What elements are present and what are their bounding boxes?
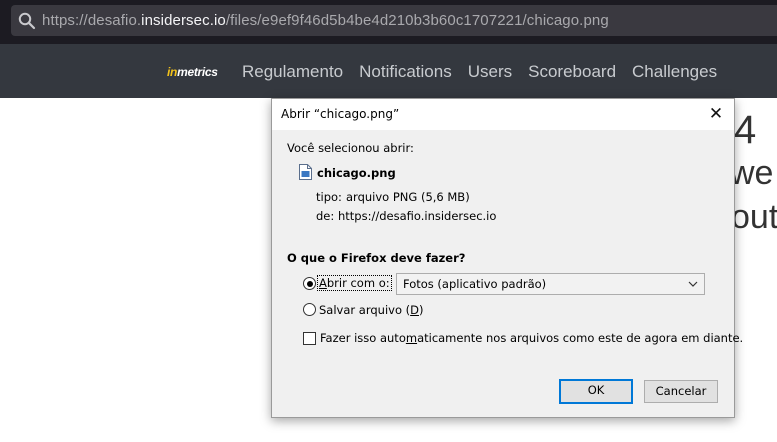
cancel-button[interactable]: Cancelar [644,380,718,403]
nav-menu: Regulamento Notifications Users Scoreboa… [242,62,733,84]
url-host: insidersec.io [141,12,226,29]
open-file-dialog: Abrir “chicago.png” ✕ Você selecionou ab… [271,98,743,418]
auto-label-pre: Fazer isso auto [320,331,406,345]
ok-button[interactable]: OK [559,379,633,404]
app-select-value: Fotos (aplicativo padrão) [403,277,547,291]
save-file-label-pre: Salvar arquivo ( [319,303,411,317]
open-with-label-accel: A [319,276,327,290]
nav-item-notifications[interactable]: Notifications [359,62,452,84]
dialog-title: Abrir “chicago.png” [281,107,400,121]
open-with-label[interactable]: Abrir com o: [317,275,392,291]
open-with-label-post: brir com o: [326,276,390,290]
nav-item-regulamento[interactable]: Regulamento [242,62,343,84]
search-icon [18,12,36,30]
selected-label: Você selecionou abrir: [287,141,414,155]
browser-toolbar: https://desafio.insidersec.io/files/e9ef… [0,0,777,44]
file-name: chicago.png [317,166,396,180]
nav-item-challenges[interactable]: Challenges [632,62,717,84]
action-question: O que o Firefox deve fazer? [287,251,466,265]
auto-action-checkbox[interactable] [303,332,316,345]
url-text[interactable]: https://desafio.insidersec.io/files/e9ef… [42,12,609,29]
inmetrics-logo[interactable]: inmetrics [167,65,218,79]
auto-action-label[interactable]: Fazer isso automaticamente nos arquivos … [320,331,743,345]
from-label: de: [316,209,335,223]
auto-label-accel: m [405,331,418,345]
url-path: /files/e9ef9f46d5b4be4d210b3b60c1707221/… [225,12,609,29]
save-file-radio[interactable] [303,303,316,316]
open-with-radio[interactable] [303,277,316,290]
address-bar[interactable]: https://desafio.insidersec.io/files/e9ef… [11,5,777,36]
background-text-3: out [731,198,777,236]
dialog-titlebar: Abrir “chicago.png” ✕ [272,99,734,130]
site-navbar: inmetrics Regulamento Notifications User… [0,44,777,98]
nav-item-users[interactable]: Users [468,62,512,84]
background-text-2: we [730,154,774,192]
url-prefix: https://desafio. [42,12,142,29]
png-file-icon [299,164,312,180]
app-select[interactable]: Fotos (aplicativo padrão) [396,273,705,295]
save-file-label-post: ) [418,303,424,317]
nav-item-scoreboard[interactable]: Scoreboard [528,62,616,84]
screen: https://desafio.insidersec.io/files/e9ef… [0,0,777,442]
save-file-label[interactable]: Salvar arquivo (D) [319,303,423,317]
save-file-label-accel: D [410,303,419,317]
close-icon[interactable]: ✕ [706,104,726,124]
type-label: tipo: [316,190,342,204]
logo-rest: metrics [177,65,218,79]
from-value: https://desafio.insidersec.io [338,209,497,223]
type-value: arquivo PNG (5,6 MB) [346,190,470,204]
background-text-1: 4 [734,108,757,152]
auto-label-post: aticamente nos arquivos como este de ago… [417,331,744,345]
logo-in: in [167,65,178,79]
chevron-down-icon [688,281,698,287]
